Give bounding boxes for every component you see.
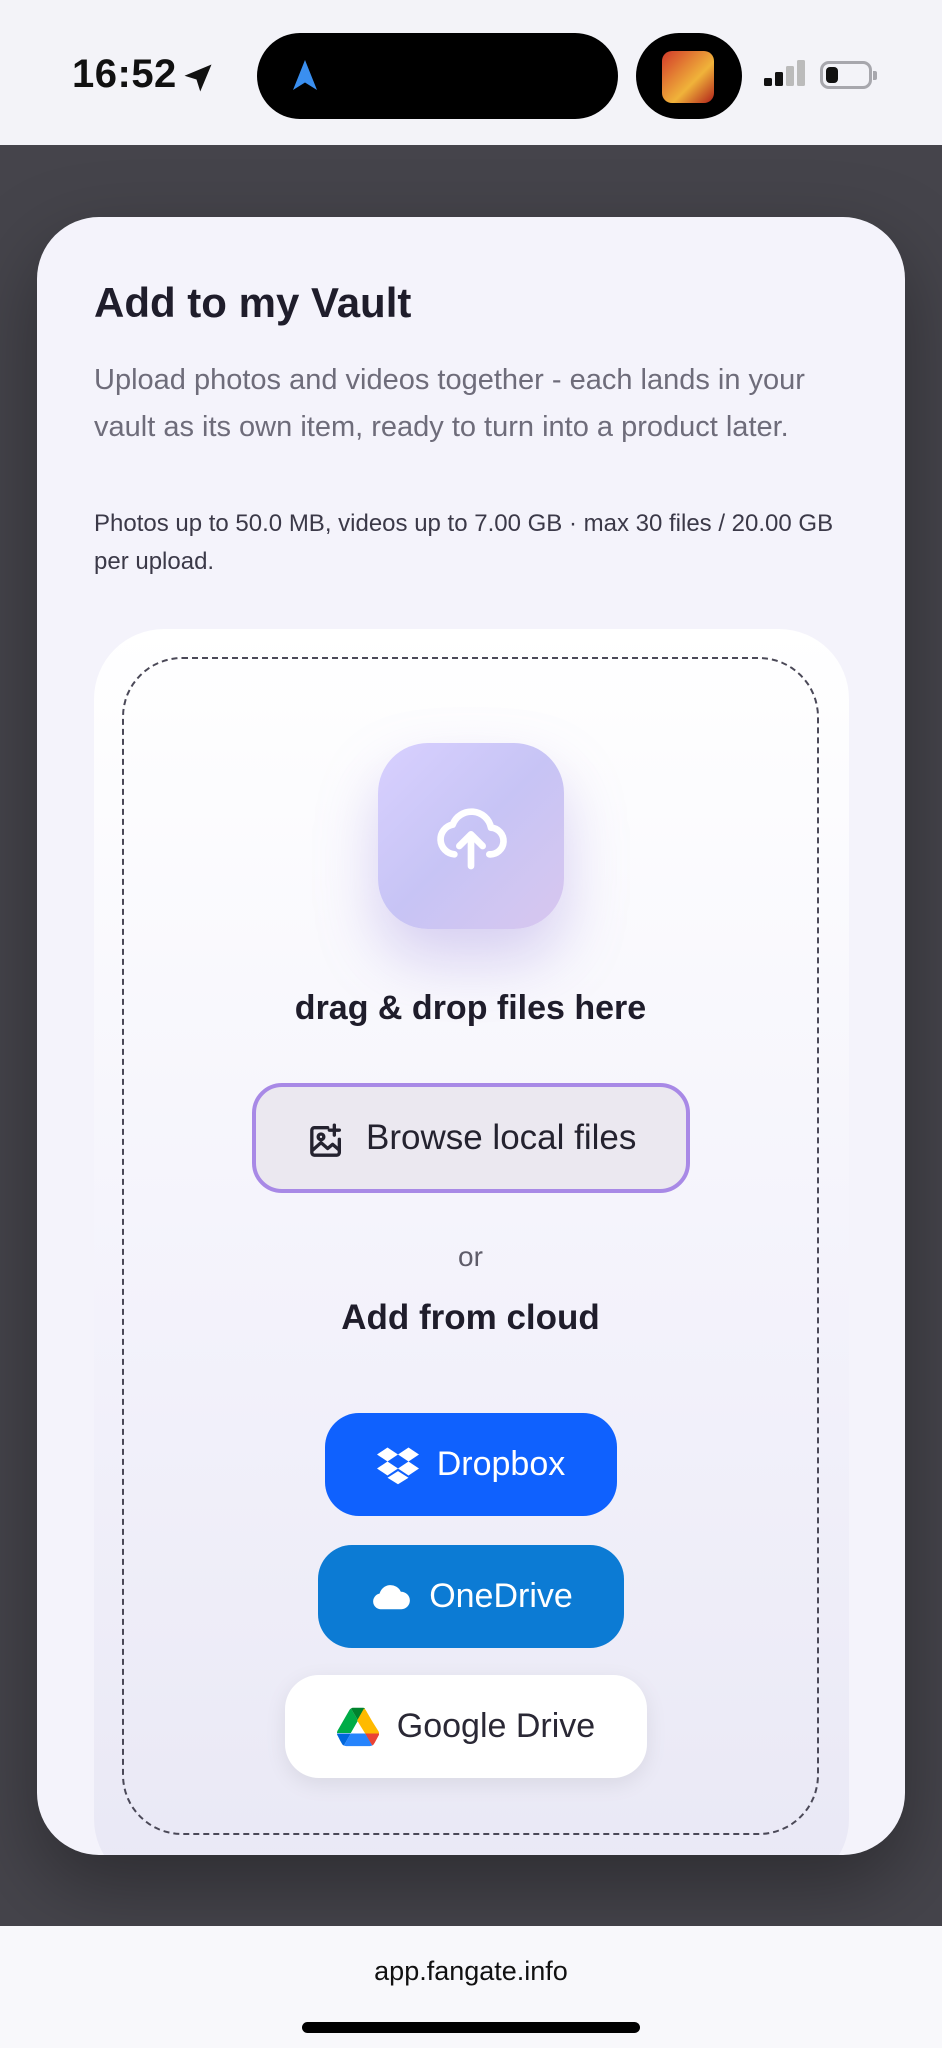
google-drive-label: Google Drive xyxy=(396,1707,596,1745)
add-image-icon xyxy=(310,1123,341,1157)
location-arrow-icon xyxy=(184,64,212,92)
dropbox-icon xyxy=(376,1447,419,1484)
google-drive-button[interactable]: Google Drive xyxy=(285,1675,647,1778)
dropzone[interactable]: drag & drop files here Browse local file… xyxy=(122,657,819,1835)
or-divider: or xyxy=(458,1241,483,1272)
drag-drop-prompt: drag & drop files here xyxy=(294,989,647,1027)
status-bar: 16:52 xyxy=(0,0,942,145)
url-display[interactable]: app.fangate.info xyxy=(0,1956,942,1987)
album-art xyxy=(662,51,714,103)
browse-label: Browse local files xyxy=(366,1118,637,1157)
google-drive-icon xyxy=(336,1707,379,1746)
browser-bottom-bar: app.fangate.info xyxy=(0,1926,942,2048)
upload-panel: drag & drop files here Browse local file… xyxy=(94,629,849,1855)
home-indicator[interactable] xyxy=(302,2022,640,2033)
modal-title: Add to my Vault xyxy=(94,279,412,326)
add-to-vault-modal: Add to my Vault Upload photos and videos… xyxy=(37,217,905,1855)
cloud-upload-icon xyxy=(437,808,507,870)
modal-description: Upload photos and videos together - each… xyxy=(94,364,805,443)
cellular-signal-icon xyxy=(764,60,805,86)
dropbox-label: Dropbox xyxy=(436,1445,566,1483)
now-playing-island[interactable] xyxy=(636,33,742,119)
upload-tile xyxy=(378,743,564,929)
dropbox-button[interactable]: Dropbox xyxy=(325,1413,617,1516)
navigation-arrow-icon xyxy=(293,60,317,90)
status-time: 16:52 xyxy=(72,52,177,96)
dynamic-island xyxy=(257,33,618,119)
onedrive-label: OneDrive xyxy=(429,1577,573,1615)
cloud-section-title: Add from cloud xyxy=(341,1298,600,1337)
onedrive-button[interactable]: OneDrive xyxy=(318,1545,624,1648)
upload-limits: Photos up to 50.0 MB, videos up to 7.00 … xyxy=(94,510,834,575)
battery-icon xyxy=(820,61,877,89)
cloud-icon xyxy=(373,1584,411,1609)
browse-local-files-button[interactable]: Browse local files xyxy=(252,1083,690,1193)
